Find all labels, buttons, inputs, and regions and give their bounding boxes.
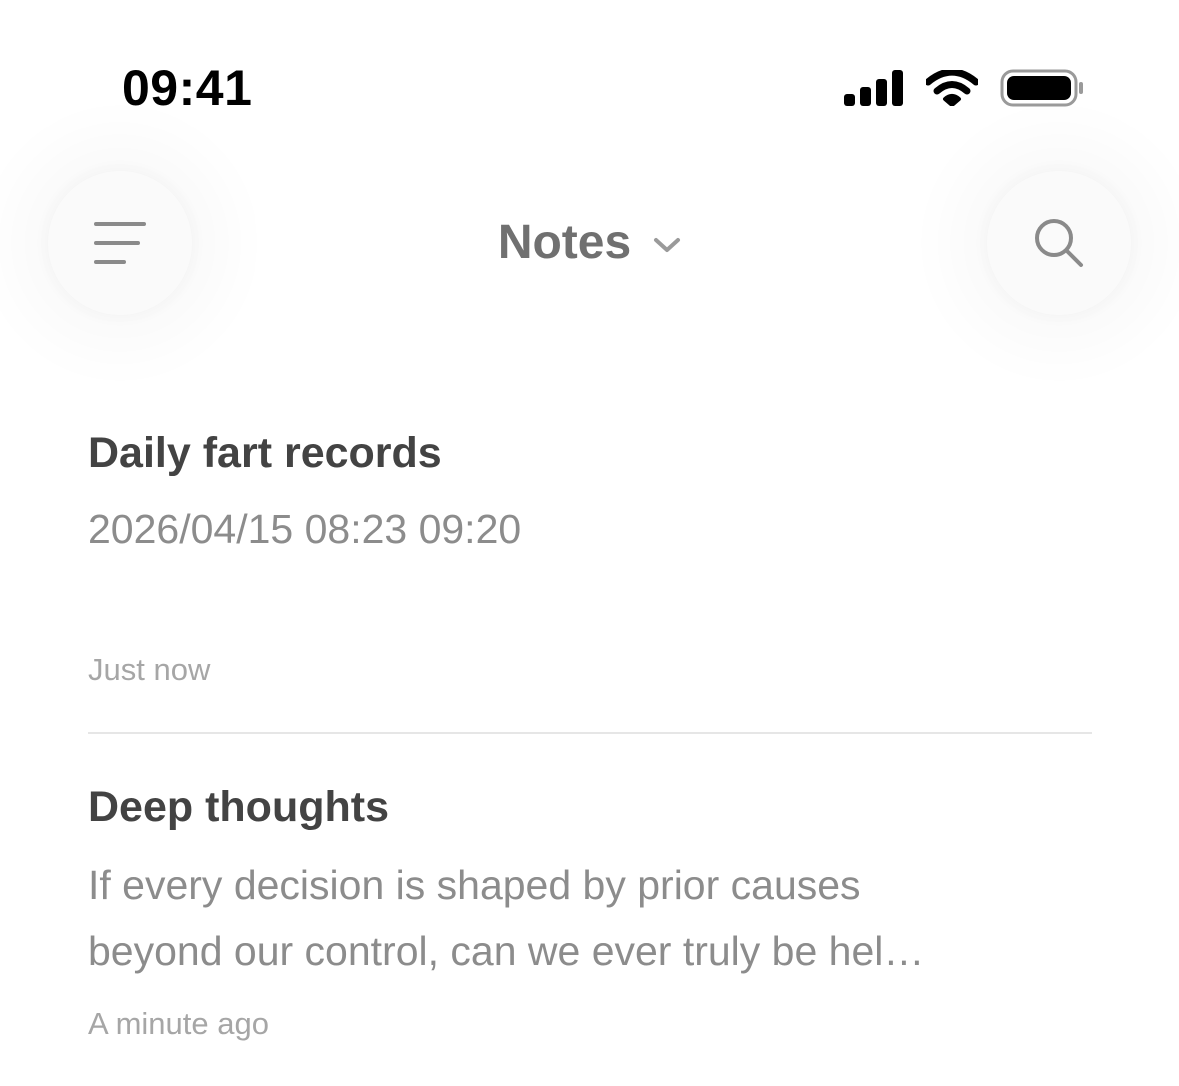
note-timestamp: Just now: [88, 652, 211, 687]
chevron-down-icon: [654, 238, 681, 252]
note-preview: If every decision is shaped by prior cau…: [88, 852, 1092, 984]
note-preview-line: beyond our control, can we ever truly be…: [88, 928, 925, 974]
note-list-item[interactable]: Daily fart records 2026/04/15 08:23 09:2…: [88, 424, 1092, 690]
note-timestamp: A minute ago: [88, 1006, 269, 1041]
cellular-signal-icon: [844, 70, 903, 106]
note-preview: 2026/04/15 08:23 09:20: [88, 506, 522, 552]
status-icons: [844, 68, 1084, 108]
search-icon: [1035, 219, 1083, 267]
page-title: Notes: [497, 216, 632, 269]
note-preview-line: If every decision is shaped by prior cau…: [88, 862, 861, 908]
note-title: Deep thoughts: [88, 783, 389, 831]
note-title: Daily fart records: [88, 429, 442, 477]
list-divider: [88, 732, 1092, 734]
wifi-icon: [926, 70, 978, 106]
status-time: 09:41: [122, 60, 253, 116]
battery-icon: [1000, 69, 1083, 107]
search-button[interactable]: [987, 171, 1131, 315]
note-list-item[interactable]: Deep thoughts If every decision is shape…: [88, 778, 1092, 1044]
